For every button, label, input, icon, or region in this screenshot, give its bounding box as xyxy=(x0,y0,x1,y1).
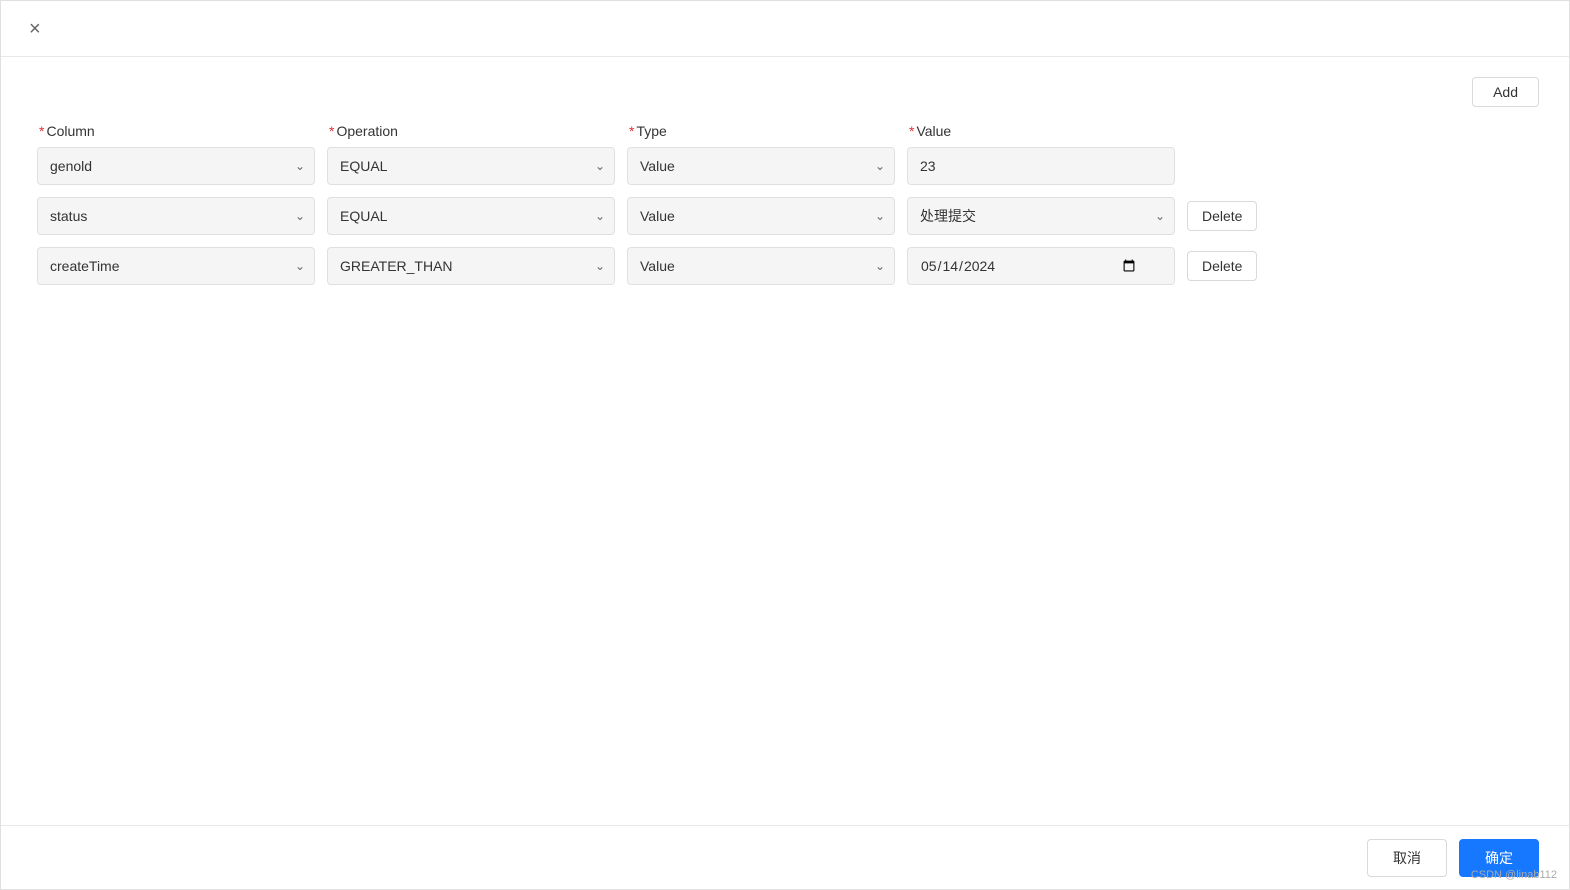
row1-column-select[interactable]: genold status createTime xyxy=(37,147,315,185)
column-required-mark: * xyxy=(39,123,44,139)
row2-type-select[interactable]: Value Field xyxy=(627,197,895,235)
type-header: *Type xyxy=(625,123,905,139)
row3-type-select-wrapper: Value Field ⌄ xyxy=(627,247,895,285)
dialog-footer: 取消 确定 xyxy=(1,825,1569,889)
row3-column-cell: genold status createTime ⌄ xyxy=(31,247,321,285)
row2-value-select[interactable]: 处理提交 xyxy=(907,197,1175,235)
row2-operation-cell: EQUAL NOT_EQUAL GREATER_THAN LESS_THAN L… xyxy=(321,197,621,235)
row1-type-select-wrapper: Value Field ⌄ xyxy=(627,147,895,185)
table-row: genold status createTime ⌄ EQUAL NOT_EQU… xyxy=(31,147,1539,185)
operation-required-mark: * xyxy=(329,123,334,139)
action-header xyxy=(1185,123,1285,139)
add-button[interactable]: Add xyxy=(1472,77,1539,107)
table-row: genold status createTime ⌄ EQUAL NOT_EQU… xyxy=(31,247,1539,285)
operation-header: *Operation xyxy=(325,123,625,139)
row2-column-cell: genold status createTime ⌄ xyxy=(31,197,321,235)
type-required-mark: * xyxy=(629,123,634,139)
row1-column-select-wrapper: genold status createTime ⌄ xyxy=(37,147,315,185)
watermark: CSDN @linab112 xyxy=(1471,869,1557,881)
row1-type-cell: Value Field ⌄ xyxy=(621,147,901,185)
row2-column-select[interactable]: genold status createTime xyxy=(37,197,315,235)
row1-type-select[interactable]: Value Field xyxy=(627,147,895,185)
row2-column-select-wrapper: genold status createTime ⌄ xyxy=(37,197,315,235)
row1-operation-cell: EQUAL NOT_EQUAL GREATER_THAN LESS_THAN L… xyxy=(321,147,621,185)
row3-delete-button[interactable]: Delete xyxy=(1187,251,1257,281)
row3-column-select-wrapper: genold status createTime ⌄ xyxy=(37,247,315,285)
row2-delete-button[interactable]: Delete xyxy=(1187,201,1257,231)
close-button[interactable]: × xyxy=(21,15,49,43)
row2-value-select-wrapper: 处理提交 ⌄ xyxy=(907,197,1175,235)
row3-type-cell: Value Field ⌄ xyxy=(621,247,901,285)
row2-operation-select[interactable]: EQUAL NOT_EQUAL GREATER_THAN LESS_THAN L… xyxy=(327,197,615,235)
row3-column-select[interactable]: genold status createTime xyxy=(37,247,315,285)
row3-type-select[interactable]: Value Field xyxy=(627,247,895,285)
row1-operation-select[interactable]: EQUAL NOT_EQUAL GREATER_THAN LESS_THAN L… xyxy=(327,147,615,185)
row3-operation-cell: EQUAL NOT_EQUAL GREATER_THAN LESS_THAN L… xyxy=(321,247,621,285)
table-header: *Column *Operation *Type *Value xyxy=(31,123,1539,139)
row1-value-cell xyxy=(901,147,1181,185)
row1-operation-select-wrapper: EQUAL NOT_EQUAL GREATER_THAN LESS_THAN L… xyxy=(327,147,615,185)
value-header: *Value xyxy=(905,123,1185,139)
row1-value-input[interactable] xyxy=(907,147,1175,185)
row2-operation-select-wrapper: EQUAL NOT_EQUAL GREATER_THAN LESS_THAN L… xyxy=(327,197,615,235)
row2-type-select-wrapper: Value Field ⌄ xyxy=(627,197,895,235)
row1-column-cell: genold status createTime ⌄ xyxy=(31,147,321,185)
cancel-button[interactable]: 取消 xyxy=(1367,839,1447,877)
filter-dialog: × Add *Column *Operation *Type *Value xyxy=(0,0,1570,890)
row3-action-cell: Delete xyxy=(1181,251,1281,281)
row3-value-cell xyxy=(901,247,1181,285)
toolbar: Add xyxy=(31,77,1539,107)
row3-date-input[interactable] xyxy=(907,247,1175,285)
column-header: *Column xyxy=(35,123,325,139)
row2-type-cell: Value Field ⌄ xyxy=(621,197,901,235)
dialog-body: Add *Column *Operation *Type *Value gen xyxy=(1,57,1569,825)
row2-action-cell: Delete xyxy=(1181,201,1281,231)
row3-operation-select[interactable]: EQUAL NOT_EQUAL GREATER_THAN LESS_THAN L… xyxy=(327,247,615,285)
dialog-header: × xyxy=(1,1,1569,57)
row3-operation-select-wrapper: EQUAL NOT_EQUAL GREATER_THAN LESS_THAN L… xyxy=(327,247,615,285)
value-required-mark: * xyxy=(909,123,914,139)
row2-value-cell: 处理提交 ⌄ xyxy=(901,197,1181,235)
table-row: genold status createTime ⌄ EQUAL NOT_EQU… xyxy=(31,197,1539,235)
row3-date-wrapper xyxy=(907,247,1175,285)
